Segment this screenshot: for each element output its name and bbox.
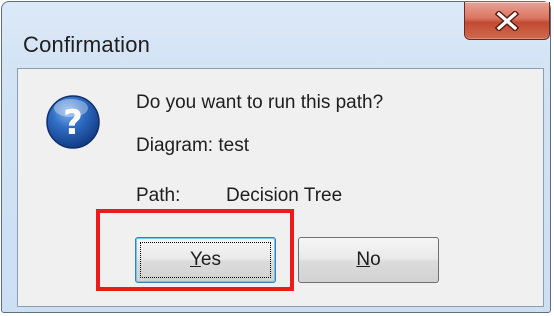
svg-text:?: ? [63,103,83,143]
dialog-content: ? Do you want to run this path? Diagram:… [17,68,544,307]
diagram-text: Diagram: test [136,135,249,156]
focus-rectangle [140,242,271,278]
yes-button[interactable]: Yes [135,237,276,283]
dialog-title: Confirmation [23,32,151,57]
path-row: Path: Decision Tree [136,185,342,207]
close-icon [494,10,520,31]
question-icon: ? [46,95,100,149]
question-text: Do you want to run this path? [136,92,384,113]
close-button[interactable] [464,2,550,40]
confirmation-dialog: Confirmation ? Do you want to run this p… [1,1,551,313]
no-button[interactable]: No [298,237,439,283]
path-label: Path: [136,185,181,206]
path-value: Decision Tree [226,185,343,206]
no-button-label: No [356,249,381,270]
